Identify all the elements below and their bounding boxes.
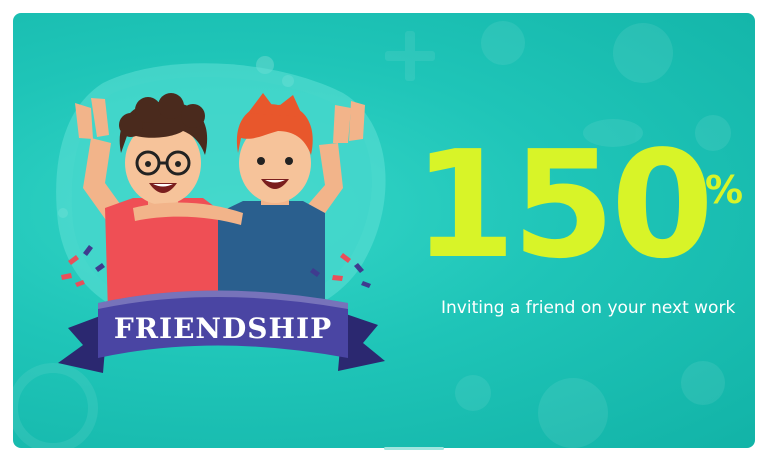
discount-number: 150 [413, 119, 714, 291]
banner-label: FRIENDSHIP [114, 312, 332, 345]
friends-illustration-icon: FRIENDSHIP [56, 63, 386, 373]
promo-subtitle: Inviting a friend on your next work [441, 298, 736, 318]
bottom-indicator [384, 447, 444, 450]
percent-sign: % [705, 168, 744, 212]
ribbon-banner-icon: FRIENDSHIP [58, 290, 385, 373]
promo-card: FRIENDSHIP 150 % Inviting a friend on yo… [13, 13, 755, 448]
